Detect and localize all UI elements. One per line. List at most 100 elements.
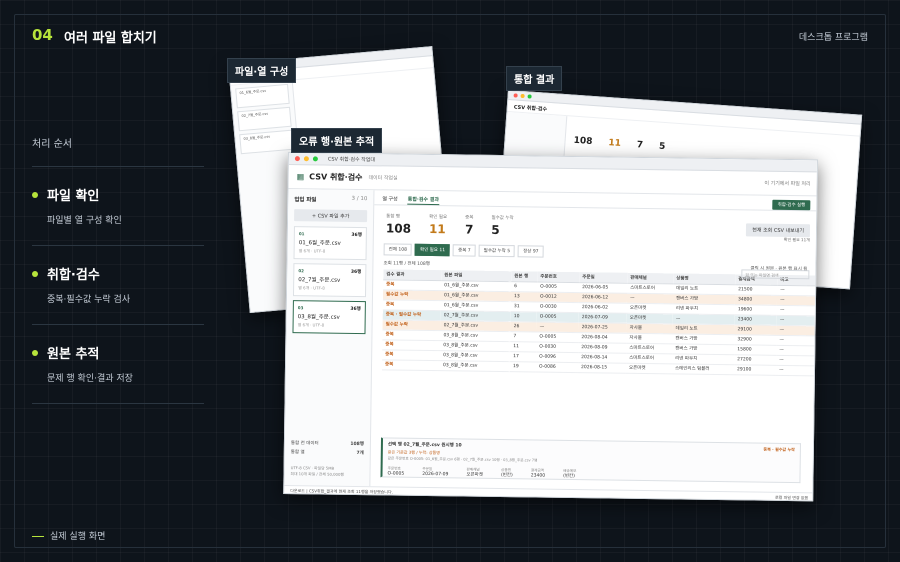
table-cell: 03_8월_주문.csv xyxy=(439,360,511,372)
step-title: 파일 확인 xyxy=(47,189,100,204)
detail-field: 배송메모 (빈칸) xyxy=(563,468,577,480)
file-card: 02_7월_주문.csv xyxy=(237,106,292,132)
table-cell: 2026-08-15 xyxy=(577,362,627,373)
table-cell: — xyxy=(776,354,815,366)
tag-trace: 오류 행·원본 추적 xyxy=(291,128,383,153)
table-cell: 2026-08-09 xyxy=(578,342,627,353)
app-name: CSV 취합·검수 xyxy=(309,172,363,183)
table-cell: O-0096 xyxy=(536,351,579,363)
table-cell: 중복 xyxy=(381,359,441,371)
bullet-icon xyxy=(32,350,38,356)
table-cell: 2026-06-12 xyxy=(578,292,628,303)
steps-label: 처리 순서 xyxy=(32,139,72,150)
table-cell: — xyxy=(776,344,815,356)
table-cell: 23400 xyxy=(734,314,777,325)
limits-note: UTF-8 CSV · 파일당 5MB 최대 10개 파일 / 전체 50,000… xyxy=(290,465,344,477)
step-title: 취합·검수 xyxy=(47,268,100,283)
chip-all[interactable]: 전체 108 xyxy=(383,243,413,256)
run-button[interactable]: 취합·검수 실행 xyxy=(772,199,811,211)
bullet-icon xyxy=(32,192,38,198)
export-note: 확인 필요 11개 xyxy=(783,236,810,243)
add-csv-button[interactable]: + CSV 파일 추가 xyxy=(294,209,368,223)
table-cell: 29100 xyxy=(733,364,777,375)
table-cell: O-0005 xyxy=(537,281,580,293)
table-cell: — xyxy=(777,284,816,296)
table-cell: 2026-07-25 xyxy=(578,322,627,333)
file-card[interactable]: 02 02_7월_주문.csv 열 6개 · UTF-8 36행 xyxy=(292,263,367,298)
search-input[interactable]: 검 또는 파일명 검색 xyxy=(741,269,810,280)
table-cell: 27200 xyxy=(734,354,777,365)
column-header[interactable]: 주문일 xyxy=(579,272,628,283)
table-cell: O-0005 xyxy=(536,331,579,343)
chip-duplicate[interactable]: 중복 7 xyxy=(453,244,476,257)
table-cell: — xyxy=(776,294,816,306)
table-cell: 13 xyxy=(510,291,538,302)
table-cell: 7 xyxy=(510,331,537,342)
column-header[interactable]: 주문번호 xyxy=(537,271,580,283)
table-cell: 스마트스토어 xyxy=(626,352,673,364)
step-3: 원본 추적 문제 행 확인·결과 저장 xyxy=(32,324,204,384)
table-cell: — xyxy=(536,321,579,333)
table-cell: 오픈마켓 xyxy=(625,362,673,374)
tab-results[interactable]: 통합·검수 결과 xyxy=(407,195,440,206)
table-cell: 2026-06-05 xyxy=(579,282,628,293)
table-cell: O-0086 xyxy=(535,361,579,373)
chip-missing[interactable]: 필수값 누락 5 xyxy=(478,244,516,258)
table-cell: 자사몰 xyxy=(626,322,673,334)
tag-result: 통합 결과 xyxy=(506,66,563,91)
table-cell: O-0030 xyxy=(536,341,579,353)
file-card: 03_8월_주문.csv xyxy=(239,129,294,155)
detail-field: 주문번호 O-0005 xyxy=(387,466,405,477)
table-cell: 2026-08-04 xyxy=(578,332,627,343)
file-card[interactable]: 01 01_6월_주문.csv 열 6개 · UTF-8 36행 xyxy=(293,226,367,261)
table-cell: — xyxy=(776,334,815,346)
row-detail: 선택 행 02_7월_주문.csv 원시행 10 중복 · 필수값 누락 같은 … xyxy=(380,437,801,484)
main-app-window: CSV 취합·검수 작업대 ▦ CSV 취합·검수 데이터 작업실 이 기기에서… xyxy=(283,152,818,502)
step-2: 취합·검수 중복·필수값 누락 검사 xyxy=(32,245,204,305)
table-cell: — xyxy=(776,324,815,336)
main-panel: 열 구성 통합·검수 결과 취합·검수 실행 통합 행 108 확인 필요 11 중… xyxy=(370,190,818,492)
column-header[interactable]: 판매채널 xyxy=(627,272,674,284)
table-cell: 10 xyxy=(510,311,537,322)
table-cell: 15800 xyxy=(734,344,777,355)
table-cell: O-0012 xyxy=(536,291,580,303)
table-cell: 2026-08-14 xyxy=(578,352,627,363)
table-cell: 6 xyxy=(511,281,538,292)
chip-needs-check[interactable]: 확인 필요 11 xyxy=(414,243,451,257)
chip-normal[interactable]: 정상 97 xyxy=(518,245,544,258)
maximize-icon[interactable] xyxy=(312,156,318,162)
app-sub: 데이터 작업실 xyxy=(368,175,398,182)
table-cell: 21500 xyxy=(735,284,778,295)
table-cell: 34800 xyxy=(734,294,778,305)
file-card-selected[interactable]: 03 03_8월_주문.csv 열 6개 · UTF-8 36행 xyxy=(292,300,366,335)
table-cell: 11 xyxy=(510,341,537,352)
table-cell: — xyxy=(775,364,815,376)
table-cell: 2026-07-09 xyxy=(578,312,627,323)
detail-field: 상품명 (빈칸) xyxy=(500,468,513,479)
column-header[interactable]: 원본 행 xyxy=(511,271,538,282)
close-icon[interactable] xyxy=(294,156,300,162)
export-button[interactable]: 현재 조회 CSV 내보내기 xyxy=(746,223,811,238)
table-cell: 32900 xyxy=(734,334,777,345)
detail-field: 판매채널 오픈마켓 xyxy=(466,467,484,478)
detail-field: 결제금액 23400 xyxy=(530,468,546,479)
file-card: 01_6월_주문.csv xyxy=(235,83,290,109)
table-cell: 2026-06-02 xyxy=(578,302,627,313)
bullet-icon xyxy=(32,271,38,277)
table-cell: 29100 xyxy=(734,324,777,335)
minimize-icon[interactable] xyxy=(303,156,309,162)
table-cell: 19600 xyxy=(734,304,777,315)
tab-columns[interactable]: 열 구성 xyxy=(382,195,398,204)
table-cell: 19 xyxy=(509,361,537,372)
files-count: 3 / 10 xyxy=(351,195,368,203)
table-cell: — xyxy=(776,304,815,316)
table-cell: 자사몰 xyxy=(626,332,673,344)
table-cell: O-0005 xyxy=(536,311,579,323)
table-cell: 26 xyxy=(510,321,537,332)
grid-icon: ▦ xyxy=(296,172,305,182)
tag-columns: 파일·열 구성 xyxy=(227,58,297,83)
table-cell: 31 xyxy=(510,301,537,312)
divider xyxy=(32,403,204,404)
footer-label: 실제 실행 화면 xyxy=(32,529,105,542)
summary: 통합 전 데이터 108행 통합 열 7개 xyxy=(290,441,364,457)
